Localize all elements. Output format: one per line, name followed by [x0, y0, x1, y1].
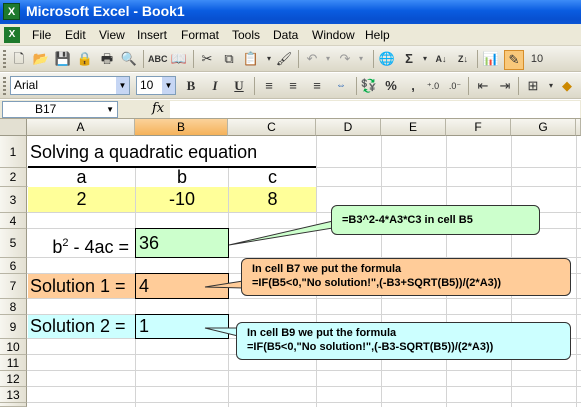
callout-b7-line1: In cell B7 we put the formula: [252, 263, 402, 275]
callout-b9-line2: =IF(B5<0,"No solution!",(-B3-SQRT(B5))/(…: [247, 341, 494, 353]
callout-b7: In cell B7 we put the formula =IF(B5<0,"…: [241, 258, 571, 296]
callout-pointer-b5: [228, 220, 334, 246]
callout-b9: In cell B9 we put the formula =IF(B5<0,"…: [236, 322, 571, 360]
callout-b5: =B3^2-4*A3*C3 in cell B5: [331, 205, 540, 235]
callout-pointer-b7: [204, 280, 244, 289]
callout-b7-line2: =IF(B5<0,"No solution!",(-B3+SQRT(B5))/(…: [252, 277, 502, 289]
callout-b5-text: =B3^2-4*A3*C3 in cell B5: [342, 214, 473, 226]
callout-b9-line1: In cell B9 we put the formula: [247, 327, 397, 339]
callout-pointer-b9: [204, 327, 239, 337]
